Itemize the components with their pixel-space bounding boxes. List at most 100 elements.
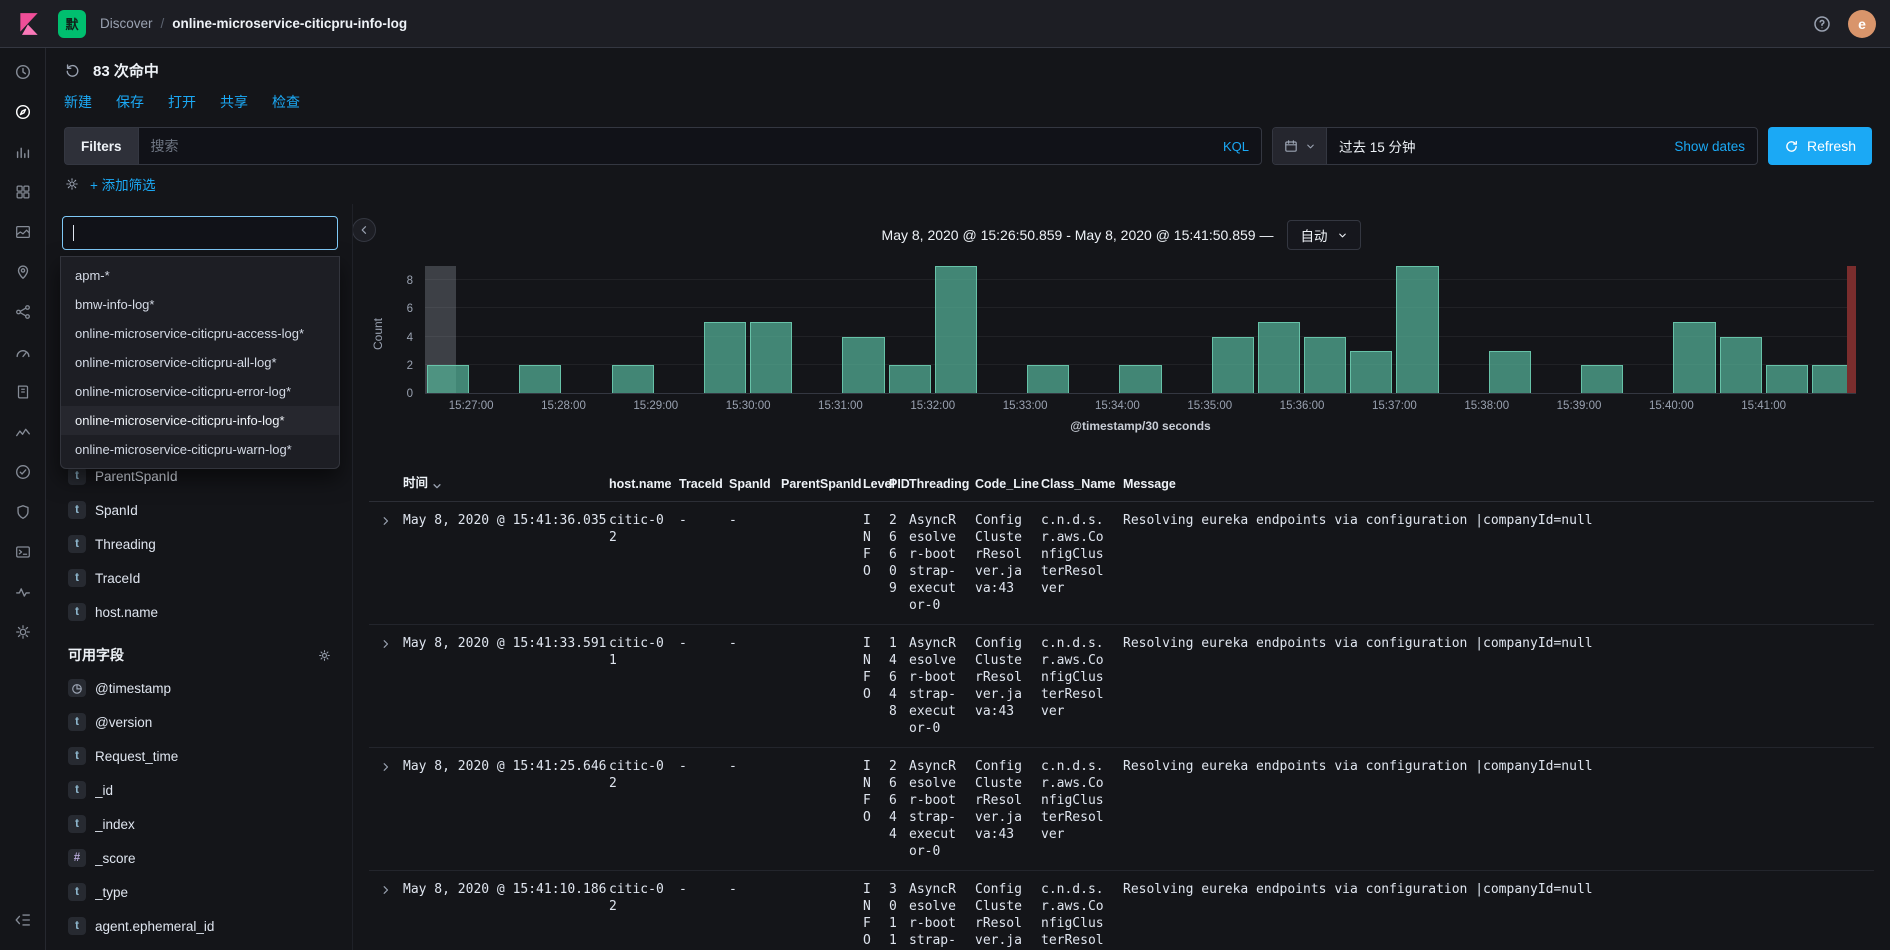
uptime-check-circle-icon[interactable]	[0, 452, 46, 492]
index-pattern-option[interactable]: apm-*	[61, 261, 339, 290]
field-name: _score	[95, 850, 136, 866]
column-header[interactable]: TraceId	[679, 477, 729, 491]
x-axis-tick-label: 15:35:00	[1187, 400, 1233, 412]
field-settings-gear-icon[interactable]	[317, 648, 332, 663]
save-link[interactable]: 保存	[116, 92, 144, 112]
column-header[interactable]: Message	[1123, 477, 1874, 491]
field-item[interactable]: # _score	[62, 841, 338, 875]
x-axis-tick-label: 15:33:00	[1002, 400, 1048, 412]
field-item[interactable]: t Request_time	[62, 739, 338, 773]
index-pattern-option[interactable]: online-microservice-citicpru-access-log*	[61, 319, 339, 348]
index-pattern-option[interactable]: online-microservice-citicpru-error-log*	[61, 377, 339, 406]
collapse-nav-icon[interactable]	[0, 900, 46, 940]
query-bar: Filters KQL 过去 15 分钟 Show dates Refresh	[46, 122, 1890, 170]
filters-button[interactable]: Filters	[64, 127, 138, 165]
field-item[interactable]: t host.name	[62, 595, 338, 629]
histogram-bar	[1673, 322, 1716, 393]
y-axis-tick-label: 8	[406, 275, 413, 288]
cell-pid: 30119	[889, 882, 897, 948]
cell-class-name: c.n.d.s.r.aws.ConfigClusterResolver	[1041, 636, 1104, 719]
x-axis-tick-label: 15:27:00	[448, 400, 494, 412]
index-pattern-combobox[interactable]	[62, 216, 338, 250]
inspect-link[interactable]: 检查	[272, 92, 300, 112]
expand-row-icon[interactable]	[369, 881, 403, 896]
histogram-bar	[750, 322, 793, 393]
field-item[interactable]: t agent.ephemeral_id	[62, 909, 338, 943]
column-header[interactable]: Class_Name	[1041, 477, 1123, 491]
calendar-icon[interactable]	[1272, 128, 1327, 164]
collapse-sidebar-icon[interactable]	[353, 218, 376, 242]
column-header[interactable]: host.name	[609, 477, 679, 491]
date-picker-group: 过去 15 分钟 Show dates	[1271, 127, 1758, 165]
new-link[interactable]: 新建	[64, 92, 92, 112]
expand-row-icon[interactable]	[369, 635, 403, 650]
column-header[interactable]: Threading	[909, 477, 975, 491]
monitoring-heartbeat-icon[interactable]	[0, 572, 46, 612]
add-filter-link[interactable]: + 添加筛选	[90, 174, 156, 194]
histogram-chart: Count @timestamp/30 seconds 0 2 4 6 8 15:27:0…	[371, 260, 1868, 436]
index-pattern-option-selected[interactable]: online-microservice-citicpru-info-log*	[61, 406, 339, 435]
column-header[interactable]: PID	[889, 477, 910, 491]
management-gear-icon[interactable]	[0, 612, 46, 652]
field-item[interactable]: t _index	[62, 807, 338, 841]
field-item[interactable]: t TraceId	[62, 561, 338, 595]
dev-tools-console-icon[interactable]	[0, 532, 46, 572]
dashboard-icon[interactable]	[0, 172, 46, 212]
column-header[interactable]: SpanId	[729, 477, 781, 491]
logs-book-icon[interactable]	[0, 372, 46, 412]
column-header[interactable]: Code_Line	[975, 477, 1041, 491]
interval-select[interactable]: 自动	[1287, 220, 1362, 250]
cell-time: May 8, 2020 @ 15:41:33.591	[403, 636, 607, 651]
column-header-time[interactable]: 时间	[403, 472, 609, 491]
field-item[interactable]: t _id	[62, 773, 338, 807]
canvas-icon[interactable]	[0, 212, 46, 252]
column-header[interactable]: Level	[863, 477, 895, 491]
field-item[interactable]: t agent.hostname	[62, 943, 338, 950]
field-type-icon: t	[68, 883, 86, 901]
history-icon[interactable]	[64, 62, 81, 79]
field-item[interactable]: t _type	[62, 875, 338, 909]
field-type-icon: t	[68, 501, 86, 519]
cell-threading: AsyncResolver-bootstrap-executor-0	[909, 882, 956, 948]
histogram-bar	[934, 266, 977, 393]
kibana-logo-icon[interactable]	[14, 9, 44, 39]
field-item[interactable]: t @version	[62, 705, 338, 739]
filter-options-icon[interactable]	[64, 176, 80, 192]
breadcrumb-discover[interactable]: Discover	[100, 16, 153, 31]
maps-pin-icon[interactable]	[0, 252, 46, 292]
apm-zigzag-icon[interactable]	[0, 412, 46, 452]
table-row: May 8, 2020 @ 15:41:10.186 citic-02 - - …	[369, 870, 1874, 950]
field-item[interactable]: t Threading	[62, 527, 338, 561]
ml-nodes-icon[interactable]	[0, 292, 46, 332]
column-header[interactable]: ParentSpanId	[781, 477, 863, 491]
index-pattern-option[interactable]: online-microservice-citicpru-warn-log*	[61, 435, 339, 464]
field-type-icon: t	[68, 781, 86, 799]
refresh-button[interactable]: Refresh	[1767, 127, 1872, 165]
index-pattern-option[interactable]: online-microservice-citicpru-all-log*	[61, 348, 339, 377]
show-dates-button[interactable]: Show dates	[1674, 139, 1745, 154]
metrics-gauge-icon[interactable]	[0, 332, 46, 372]
space-switcher[interactable]: 默	[58, 9, 86, 38]
visualize-bar-chart-icon[interactable]	[0, 132, 46, 172]
cell-code-line: ConfigClusterResolver.java:43	[975, 759, 1022, 842]
index-pattern-input[interactable]	[74, 225, 327, 241]
help-icon[interactable]	[1812, 14, 1832, 34]
field-name: agent.ephemeral_id	[95, 918, 215, 934]
recent-clock-icon[interactable]	[0, 52, 46, 92]
field-type-icon: t	[68, 603, 86, 621]
field-item[interactable]: ◷ @timestamp	[62, 671, 338, 705]
search-input[interactable]	[150, 138, 1213, 154]
open-link[interactable]: 打开	[168, 92, 196, 112]
expand-row-icon[interactable]	[369, 512, 403, 527]
discover-compass-icon[interactable]	[0, 92, 46, 132]
histogram-bar	[427, 364, 470, 393]
time-range-field[interactable]: 过去 15 分钟 Show dates	[1327, 128, 1757, 164]
share-link[interactable]: 共享	[220, 92, 248, 112]
y-axis-label: Count	[371, 317, 385, 350]
field-item[interactable]: t SpanId	[62, 493, 338, 527]
siem-shield-icon[interactable]	[0, 492, 46, 532]
expand-row-icon[interactable]	[369, 758, 403, 773]
kql-toggle[interactable]: KQL	[1223, 139, 1249, 154]
user-avatar[interactable]: e	[1848, 9, 1876, 38]
index-pattern-option[interactable]: bmw-info-log*	[61, 290, 339, 319]
